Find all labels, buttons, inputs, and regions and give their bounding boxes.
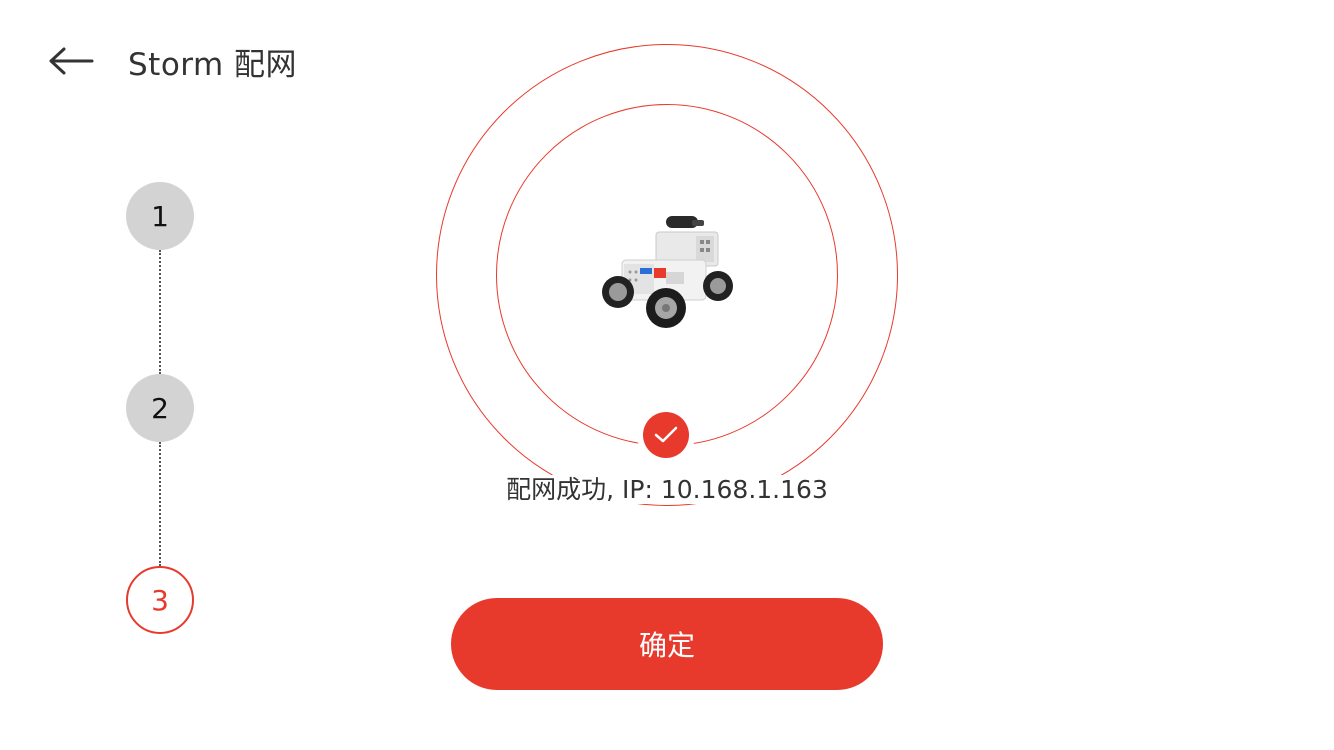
- step-1: 1: [126, 182, 194, 250]
- step-number: 2: [151, 391, 169, 425]
- page-title: Storm 配网: [128, 46, 298, 83]
- check-icon: [654, 426, 678, 443]
- header: Storm 配网: [48, 36, 297, 86]
- step-number: 1: [151, 199, 169, 233]
- stepper: 1 2 3: [126, 182, 194, 634]
- arrow-left-icon: [49, 47, 94, 75]
- network-config-screen: Storm 配网 1 2 3 配网成功, IP: 10.168.1.163 确定: [0, 0, 1334, 750]
- step-2: 2: [126, 374, 194, 442]
- success-badge: [643, 412, 689, 458]
- back-button[interactable]: [48, 36, 98, 86]
- device-radar: [436, 44, 898, 506]
- step-connector: [159, 442, 161, 566]
- step-number: 3: [151, 583, 169, 617]
- connection-status: 配网成功, IP: 10.168.1.163: [436, 470, 898, 506]
- robot-car-image: [602, 216, 733, 328]
- step-3: 3: [126, 566, 194, 634]
- confirm-label: 确定: [638, 629, 695, 662]
- confirm-button[interactable]: 确定: [451, 598, 883, 690]
- step-connector: [159, 250, 161, 374]
- status-label: 配网成功, IP: 10.168.1.163: [504, 475, 830, 504]
